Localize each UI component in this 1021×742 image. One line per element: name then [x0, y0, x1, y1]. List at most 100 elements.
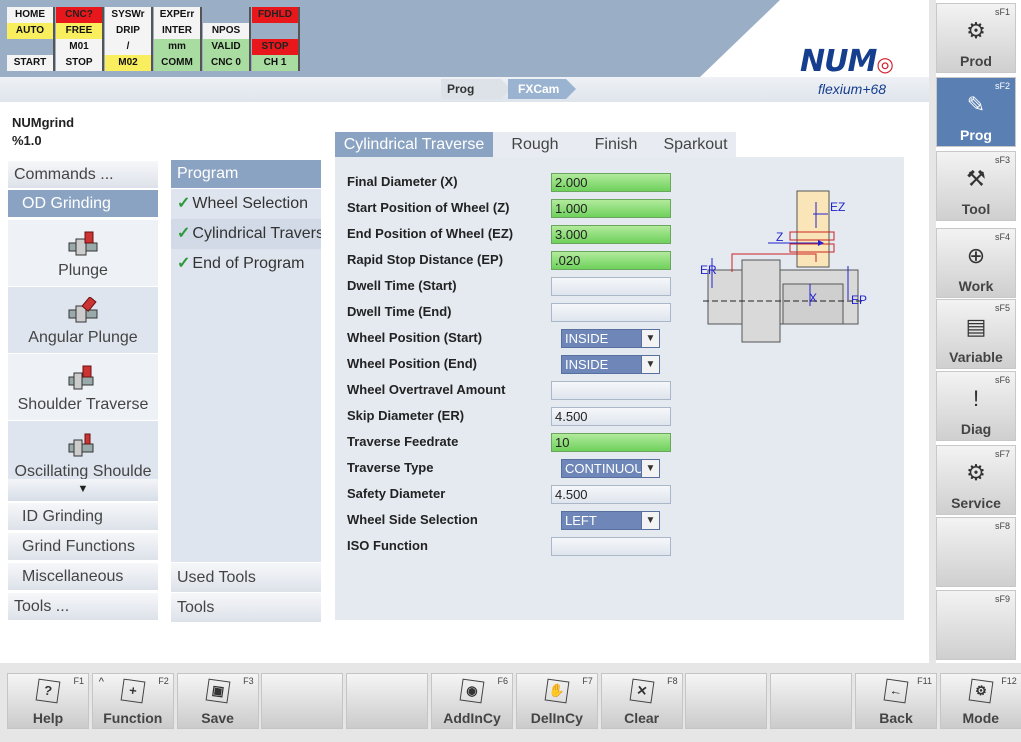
- traverse-diagram: EZ Z ER X EP: [700, 190, 867, 343]
- softkey-tool[interactable]: sF3 ⚒ Tool: [936, 151, 1016, 221]
- menu-tools[interactable]: Tools ...: [8, 593, 158, 621]
- field-label: ISO Function: [347, 538, 428, 553]
- softkey-service[interactable]: sF7 ⚙ Service: [936, 445, 1016, 515]
- work-icon: ⊕: [966, 243, 986, 268]
- program-item-end-of-program[interactable]: ✓ End of Program: [171, 249, 321, 279]
- used-tools-button[interactable]: Used Tools: [171, 563, 321, 592]
- field-input[interactable]: [551, 537, 671, 556]
- softkey-number: sF9: [994, 594, 1010, 604]
- status-cell: M02: [105, 55, 153, 71]
- scroll-down-button[interactable]: ▼: [8, 479, 158, 501]
- field-input[interactable]: [551, 277, 671, 296]
- menu-grind-functions[interactable]: Grind Functions: [8, 533, 158, 561]
- cycle-angular-plunge[interactable]: Angular Plunge: [8, 287, 158, 353]
- softkey-prod[interactable]: sF1 ⚙ Prod: [936, 3, 1016, 73]
- cycle-shoulder-traverse[interactable]: Shoulder Traverse: [8, 354, 158, 420]
- field-label: Wheel Position (Start): [347, 330, 483, 345]
- tab-sparkout[interactable]: Sparkout: [655, 132, 736, 157]
- chevron-down-icon[interactable]: ▼: [641, 512, 659, 529]
- field-input[interactable]: 1.000: [551, 199, 671, 218]
- softkey-label: Prog: [960, 127, 992, 143]
- chevron-down-icon[interactable]: ▼: [641, 460, 659, 477]
- tab-rough[interactable]: Rough: [493, 132, 577, 157]
- softkey-empty-9[interactable]: sF9: [936, 590, 1016, 660]
- softkey-prog[interactable]: sF2 ✎ Prog: [936, 77, 1016, 147]
- field-input[interactable]: 4.500: [551, 485, 671, 504]
- field-select[interactable]: CONTINUOUS ▼: [561, 459, 660, 478]
- softkey-work[interactable]: sF4 ⊕ Work: [936, 228, 1016, 298]
- softkey-number: sF3: [994, 155, 1010, 165]
- softkey-empty-8[interactable]: sF8: [936, 517, 1016, 587]
- shoulder-traverse-icon: [8, 364, 158, 394]
- tools-button[interactable]: Tools: [171, 593, 321, 622]
- softkey-number: sF6: [994, 375, 1010, 385]
- fkey-empty-10[interactable]: [770, 673, 853, 729]
- fkey-label: AddInCy: [443, 710, 501, 726]
- clear-icon-glyph: ✕: [629, 678, 655, 704]
- add-in-cycle-icon-glyph: ◉: [459, 678, 485, 704]
- softkey-variable[interactable]: sF5 ▤ Variable: [936, 299, 1016, 369]
- diagram-label-ez: EZ: [830, 200, 845, 214]
- add-in-cycle-icon: ◉: [432, 678, 512, 704]
- field-input[interactable]: 10: [551, 433, 671, 452]
- field-label: Rapid Stop Distance (EP): [347, 252, 504, 267]
- field-input[interactable]: [551, 381, 671, 400]
- back-icon: ←: [856, 678, 936, 704]
- field-select-value: INSIDE: [565, 331, 609, 346]
- field-input[interactable]: 3.000: [551, 225, 671, 244]
- fkey-function[interactable]: F2 ^ + Function: [91, 673, 174, 729]
- menu-miscellaneous[interactable]: Miscellaneous: [8, 563, 158, 591]
- softkey-number: sF1: [994, 7, 1010, 17]
- tab-finish[interactable]: Finish: [577, 132, 655, 157]
- fkey-empty-5[interactable]: [346, 673, 429, 729]
- fkey-empty-4[interactable]: [261, 673, 344, 729]
- fkey-label: Help: [32, 710, 64, 726]
- program-item-wheel-selection[interactable]: ✓ Wheel Selection: [171, 189, 321, 219]
- delete-in-cycle-icon-glyph: ✋: [544, 678, 570, 704]
- chevron-down-icon[interactable]: ▼: [641, 356, 659, 373]
- fkey-label: Function: [103, 710, 163, 726]
- menu-id-grinding[interactable]: ID Grinding: [8, 503, 158, 531]
- delete-in-cycle-icon: ✋: [517, 678, 597, 704]
- menu-commands[interactable]: Commands ...: [8, 161, 158, 189]
- breadcrumb-fxcam[interactable]: FXCam: [508, 79, 576, 99]
- fkey-label: DelInCy: [530, 710, 583, 726]
- pencil-hand-icon: ✎: [966, 92, 986, 117]
- breadcrumb-prog[interactable]: Prog: [441, 79, 511, 99]
- mode-icon: ⚙: [941, 678, 1021, 704]
- tab-cylindrical-traverse[interactable]: Cylindrical Traverse: [335, 132, 493, 157]
- softkey-diag[interactable]: sF6! Diag: [936, 371, 1016, 441]
- softkey-label: Prod: [960, 53, 992, 69]
- field-select[interactable]: LEFT ▼: [561, 511, 660, 530]
- fkey-back[interactable]: F11 ← Back: [855, 673, 937, 729]
- field-label: Start Position of Wheel (Z): [347, 200, 510, 215]
- field-select[interactable]: INSIDE ▼: [561, 329, 660, 348]
- fkey-mode[interactable]: F12 ⚙ Mode: [939, 673, 1021, 729]
- fkey-delincy[interactable]: F7 ✋ DelInCy: [515, 673, 598, 729]
- status-cell: SYSWr: [105, 7, 153, 23]
- warning-icon: !: [972, 386, 980, 411]
- program-header: Program: [171, 160, 321, 188]
- fkey-addincy[interactable]: F6 ◉ AddInCy: [431, 673, 513, 729]
- flexium-logo: flexium+68: [818, 81, 887, 97]
- fkey-empty-9[interactable]: [685, 673, 768, 729]
- cycle-plunge[interactable]: Plunge: [8, 220, 158, 286]
- program-list-area: [171, 279, 321, 562]
- field-input[interactable]: 4.500: [551, 407, 671, 426]
- field-label: Wheel Position (End): [347, 356, 477, 371]
- softkey-number: sF2: [994, 81, 1010, 91]
- field-label: Traverse Type: [347, 460, 434, 475]
- field-input[interactable]: [551, 303, 671, 322]
- fkey-clear[interactable]: F8 ✕ Clear: [600, 673, 683, 729]
- menu-od-grinding[interactable]: OD Grinding: [8, 190, 158, 218]
- field-select[interactable]: INSIDE ▼: [561, 355, 660, 374]
- field-input[interactable]: 2.000: [551, 173, 671, 192]
- clear-icon: ✕: [602, 678, 682, 704]
- diagram-label-z: Z: [776, 230, 783, 244]
- cycle-oscillating-shoulder[interactable]: Oscillating Shoulde: [8, 421, 158, 480]
- fkey-help[interactable]: F1? Help: [7, 673, 89, 729]
- field-input[interactable]: .020: [551, 251, 671, 270]
- fkey-save[interactable]: F3 ▣ Save: [176, 673, 259, 729]
- chevron-down-icon[interactable]: ▼: [641, 330, 659, 347]
- program-item-cylindrical-traverse[interactable]: ✓ Cylindrical Travers: [171, 219, 321, 249]
